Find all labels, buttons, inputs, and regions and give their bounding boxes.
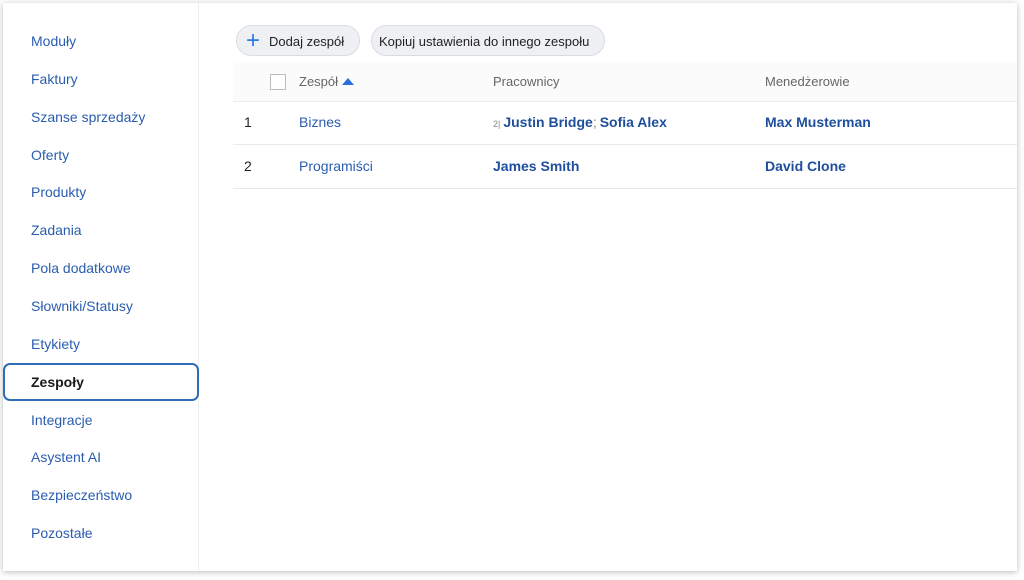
table-row[interactable]: 1 Biznes 2| Justin Bridge; Sofia Alex Max … bbox=[233, 101, 1017, 145]
sidebar-item-products[interactable]: Produkty bbox=[3, 173, 199, 211]
sidebar-item-label: Integracje bbox=[31, 412, 93, 428]
sidebar-item-other[interactable]: Pozostałe bbox=[3, 514, 199, 552]
column-header-managers[interactable]: Menedżerowie bbox=[765, 63, 850, 101]
sort-ascending-icon bbox=[342, 78, 355, 85]
sidebar-item-label: Etykiety bbox=[31, 336, 81, 352]
employee-count: 2| bbox=[493, 119, 501, 129]
sidebar-item-invoices[interactable]: Faktury bbox=[3, 60, 199, 98]
column-header-team[interactable]: Zespół bbox=[299, 63, 355, 101]
sidebar-item-label: Oferty bbox=[31, 147, 70, 163]
select-all-checkbox[interactable] bbox=[270, 74, 286, 90]
column-header-team-label: Zespół bbox=[299, 74, 339, 89]
row-index: 1 bbox=[244, 114, 252, 130]
sidebar-item-tasks[interactable]: Zadania bbox=[3, 211, 199, 249]
employee-link[interactable]: James Smith bbox=[493, 158, 579, 174]
table-row[interactable]: 2 Programiści James Smith David Clone bbox=[233, 145, 1017, 189]
sidebar-item-security[interactable]: Bezpieczeństwo bbox=[3, 476, 199, 514]
sidebar: Moduły Faktury Szanse sprzedaży Oferty P… bbox=[3, 3, 199, 571]
employee-link[interactable]: Sofia Alex bbox=[600, 114, 667, 130]
sidebar-item-label: Bezpieczeństwo bbox=[31, 487, 133, 503]
sidebar-item-sales-opportunities[interactable]: Szanse sprzedaży bbox=[3, 98, 199, 136]
sidebar-item-label: Pola dodatkowe bbox=[31, 260, 131, 276]
manager-link[interactable]: David Clone bbox=[765, 145, 846, 188]
add-team-label: Dodaj zespół bbox=[269, 34, 345, 49]
employees-cell: 2| Justin Bridge; Sofia Alex bbox=[493, 101, 667, 144]
team-name-link[interactable]: Biznes bbox=[299, 101, 341, 144]
column-header-employees-label: Pracownicy bbox=[493, 74, 560, 89]
copy-settings-button[interactable]: Kopiuj ustawienia do innego zespołu bbox=[371, 25, 605, 56]
sidebar-item-ai-assistant[interactable]: Asystent AI bbox=[3, 438, 199, 476]
separator: ; bbox=[592, 114, 597, 130]
sidebar-item-label: Pozostałe bbox=[31, 525, 93, 541]
column-header-employees[interactable]: Pracownicy bbox=[493, 63, 559, 101]
sidebar-item-offers[interactable]: Oferty bbox=[3, 136, 199, 174]
sidebar-item-label: Szanse sprzedaży bbox=[31, 109, 146, 125]
column-header-managers-label: Menedżerowie bbox=[765, 74, 850, 89]
sidebar-item-labels[interactable]: Etykiety bbox=[3, 325, 199, 363]
sidebar-item-label: Zespoły bbox=[31, 374, 84, 390]
employees-cell: James Smith bbox=[493, 145, 579, 188]
sidebar-item-label: Produkty bbox=[31, 184, 87, 200]
sidebar-item-custom-fields[interactable]: Pola dodatkowe bbox=[3, 249, 199, 287]
sidebar-item-label: Moduły bbox=[31, 33, 77, 49]
sidebar-item-label: Zadania bbox=[31, 222, 82, 238]
main-content: + Dodaj zespół Kopiuj ustawienia do inne… bbox=[233, 3, 1017, 571]
sidebar-item-integrations[interactable]: Integracje bbox=[3, 401, 199, 439]
sidebar-item-modules[interactable]: Moduły bbox=[3, 22, 199, 60]
manager-link[interactable]: Max Musterman bbox=[765, 101, 871, 144]
copy-settings-label: Kopiuj ustawienia do innego zespołu bbox=[379, 34, 590, 49]
employee-link[interactable]: Justin Bridge bbox=[503, 114, 592, 130]
sidebar-item-label: Słowniki/Statusy bbox=[31, 298, 133, 314]
sidebar-item-teams[interactable]: Zespoły bbox=[3, 363, 199, 401]
plus-icon: + bbox=[246, 27, 261, 54]
sidebar-item-label: Faktury bbox=[31, 71, 78, 87]
sidebar-item-label: Asystent AI bbox=[31, 449, 102, 465]
row-index: 2 bbox=[244, 158, 252, 174]
table-header: Zespół Pracownicy Menedżerowie bbox=[233, 63, 1017, 102]
sidebar-item-dictionaries[interactable]: Słowniki/Statusy bbox=[3, 287, 199, 325]
team-name-link[interactable]: Programiści bbox=[299, 145, 373, 188]
add-team-button[interactable]: + Dodaj zespół bbox=[236, 25, 360, 56]
app-window: Moduły Faktury Szanse sprzedaży Oferty P… bbox=[3, 3, 1017, 571]
